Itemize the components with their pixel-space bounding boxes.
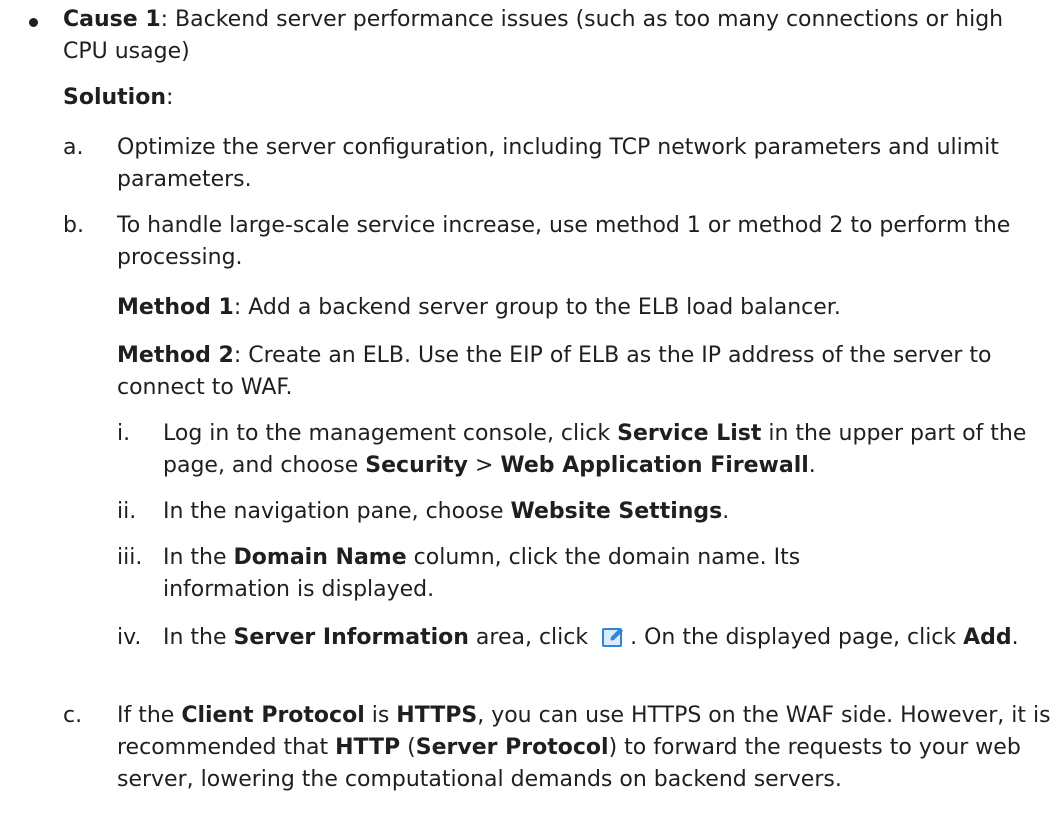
step-marker: b.	[63, 213, 84, 238]
substep-marker: iii.	[117, 545, 143, 570]
security-term: Security	[365, 453, 468, 478]
solution-label: Solution	[63, 85, 166, 110]
step-b-text: To handle large-scale service increase, …	[117, 213, 1011, 270]
document-page: Cause 1: Backend server performance issu…	[0, 0, 1062, 830]
add-term: Add	[963, 625, 1012, 650]
substep-iii-text: In the Domain Name column, click the dom…	[163, 545, 801, 602]
domain-name-term: Domain Name	[233, 545, 407, 570]
server-protocol-term: Server Protocol	[415, 735, 609, 760]
substep-iv-text: In the Server Information area, click. O…	[163, 625, 1019, 650]
method-2-label: Method 2	[117, 343, 234, 368]
substep-i-text: Log in to the management console, click …	[163, 421, 1027, 478]
method-1-label: Method 1	[117, 295, 234, 320]
step-marker: c.	[63, 703, 83, 728]
substep-marker: iv.	[117, 625, 142, 650]
http-term: HTTP	[335, 735, 401, 760]
server-information-term: Server Information	[233, 625, 469, 650]
waf-term: Web Application Firewall	[500, 453, 809, 478]
substep-marker: ii.	[117, 499, 137, 524]
substep-marker: i.	[117, 421, 131, 446]
step-marker: a.	[63, 135, 84, 160]
client-protocol-term: Client Protocol	[181, 703, 365, 728]
step-c-text: If the Client Protocol is HTTPS, you can…	[117, 703, 1051, 792]
substep-ii-text: In the navigation pane, choose Website S…	[163, 499, 730, 524]
cause-text: Cause 1: Backend server performance issu…	[63, 7, 1004, 64]
service-list-term: Service List	[617, 421, 762, 446]
bullet-icon	[29, 18, 38, 27]
https-term: HTTPS	[396, 703, 478, 728]
step-a-text: Optimize the server configuration, inclu…	[117, 135, 999, 192]
edit-icon	[602, 628, 624, 647]
cause-label: Cause 1	[63, 7, 161, 32]
website-settings-term: Website Settings	[510, 499, 723, 524]
